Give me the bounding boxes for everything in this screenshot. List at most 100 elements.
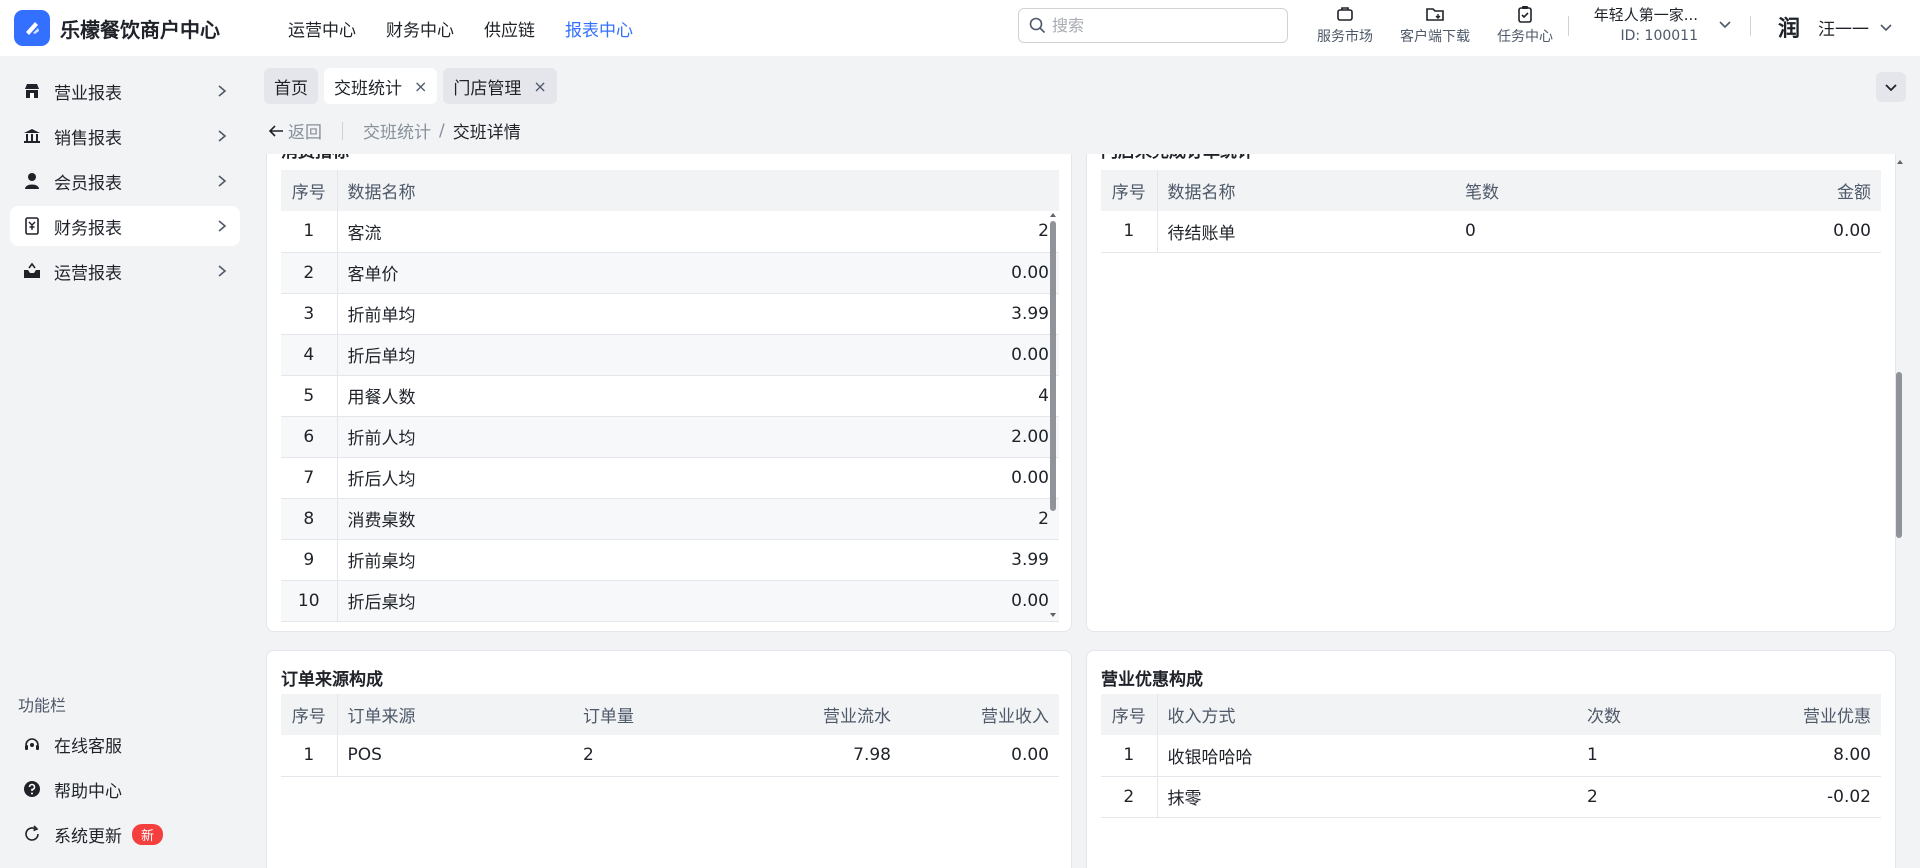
table-cell: 8 (281, 498, 338, 540)
tool-task-center[interactable]: 任务中心 (1480, 4, 1570, 46)
breadcrumb-shift-stats[interactable]: 交班统计 (363, 118, 431, 143)
tool-group: 服务市场 客户端下载 任务中心 (1300, 4, 1570, 46)
store-icon (22, 81, 42, 101)
nav-finance[interactable]: 财务中心 (386, 16, 454, 41)
sidebar-item-system-update[interactable]: 系统更新 新 (10, 814, 240, 854)
table-cell: 9 (281, 539, 338, 581)
chevron-right-icon (218, 85, 227, 97)
column-header (773, 170, 1059, 211)
sidebar-item-online-service[interactable]: 在线客服 (10, 724, 240, 764)
tool-client-download[interactable]: 客户端下载 (1390, 4, 1480, 46)
tab-home[interactable]: 首页 (264, 68, 318, 104)
table-cell: 1 (281, 211, 338, 253)
search-box[interactable] (1018, 8, 1288, 43)
column-header: 订单量 (573, 694, 743, 735)
breadcrumb-current: 交班详情 (452, 123, 521, 143)
table-cell: 0.00 (901, 735, 1059, 777)
table-cell: 待结账单 (1157, 211, 1455, 253)
table-cell: 10 (281, 580, 338, 622)
nav-supply[interactable]: 供应链 (484, 16, 535, 41)
table-cell: 4 (773, 375, 1059, 417)
card-consumption-metrics: 消费指标 序号 数据名称 1客流22客单价0.003折前单均3.994折后单均0… (266, 154, 1072, 632)
table-row: 8 消费桌数 2 (281, 498, 1059, 540)
column-header: 笔数 (1455, 170, 1661, 211)
column-header: 营业优惠 (1692, 694, 1881, 735)
table-row: 2 抹零 2 -0.02 (1101, 776, 1881, 818)
sidebar: 营业报表 销售报表 会员报表 财务报表 运营报表 功能栏 在线客服 帮助中心 系… (0, 56, 250, 868)
chevron-down-icon[interactable] (1718, 17, 1732, 31)
user-icon (22, 171, 42, 191)
brand[interactable]: 乐檬餐饮商户中心 (14, 10, 254, 46)
sidebar-item-finance-report[interactable]: 财务报表 (10, 206, 240, 246)
user-menu[interactable]: 润 汪一一 (1772, 10, 1893, 44)
sidebar-item-label: 系统更新 (54, 826, 122, 847)
sidebar-item-label: 在线客服 (54, 736, 122, 757)
consumption-table: 序号 数据名称 1 客流 2 2 客单价 0.00 3 折前单均 3.99 4 折后单均 0.00 5 用… (281, 170, 1059, 622)
sidebar-item-operation-report[interactable]: 运营报表 (10, 251, 240, 291)
breadcrumb-separator: / (439, 120, 445, 141)
column-header: 序号 (281, 694, 338, 735)
table-row: 1 客流 2 (281, 211, 1059, 253)
tabs-dropdown-button[interactable] (1876, 72, 1906, 102)
tab-shift-stats[interactable]: 交班统计 × (324, 68, 438, 104)
table-header-row: 序号 数据名称 (281, 170, 1059, 211)
briefcase-icon (1337, 7, 1353, 21)
sidebar-item-label: 销售报表 (54, 128, 122, 149)
table-cell: 6 (281, 416, 338, 458)
table-header-row: 序号 收入方式 次数 营业优惠 (1101, 694, 1881, 735)
column-header: 数据名称 (1157, 170, 1455, 211)
table-cell: 3.99 (773, 293, 1059, 335)
scroll-up-icon[interactable] (1049, 211, 1057, 219)
top-nav: 运营中心 财务中心 供应链 报表中心 (288, 16, 663, 41)
sidebar-item-sales-report[interactable]: 销售报表 (10, 116, 240, 156)
table-cell: 0.00 (773, 334, 1059, 376)
store-name: 年轻人第一家... (1593, 6, 1698, 24)
sidebar-item-member-report[interactable]: 会员报表 (10, 161, 240, 201)
store-switcher[interactable]: 年轻人第一家... ID: 100011 (1586, 4, 1698, 44)
chevron-down-icon (1880, 24, 1892, 32)
nav-operation[interactable]: 运营中心 (288, 16, 356, 41)
folder-download-icon (1426, 8, 1444, 21)
search-input[interactable] (1052, 16, 1272, 35)
back-button[interactable]: 返回 (268, 118, 322, 143)
bank-icon (22, 126, 42, 146)
sidebar-item-business-report[interactable]: 营业报表 (10, 71, 240, 111)
table-cell: 折后桌均 (337, 580, 774, 622)
table-cell: 0 (1455, 211, 1661, 253)
table-cell: 折前单均 (337, 293, 774, 335)
arrow-left-icon (268, 124, 283, 137)
divider (1750, 16, 1751, 36)
table-cell: POS (337, 735, 573, 777)
table-cell: 客单价 (337, 252, 774, 294)
table-cell: 0.00 (1660, 211, 1881, 253)
nav-report[interactable]: 报表中心 (565, 16, 633, 41)
table-header-row: 序号 订单来源 订单量 营业流水 营业收入 (281, 694, 1059, 735)
table-cell: 0.00 (773, 580, 1059, 622)
table-cell: 0.00 (773, 252, 1059, 294)
scrollbar-thumb[interactable] (1896, 372, 1902, 538)
page-scrollbar[interactable] (1894, 154, 1904, 868)
scroll-down-icon[interactable] (1049, 611, 1057, 619)
tool-service-market[interactable]: 服务市场 (1300, 4, 1390, 46)
card-title: 订单来源构成 (281, 670, 383, 690)
new-badge: 新 (132, 823, 164, 845)
scrollbar-thumb[interactable] (1050, 221, 1056, 511)
table-cell: 抹零 (1157, 776, 1577, 818)
close-icon[interactable]: × (533, 77, 546, 96)
close-icon[interactable]: × (414, 77, 427, 96)
sidebar-item-help-center[interactable]: 帮助中心 (10, 769, 240, 809)
table-cell: 用餐人数 (337, 375, 774, 417)
sidebar-item-label: 营业报表 (54, 83, 122, 104)
column-header: 营业收入 (901, 694, 1059, 735)
app-name: 乐檬餐饮商户中心 (60, 17, 220, 42)
column-header: 次数 (1577, 694, 1693, 735)
table-cell: 2 (773, 498, 1059, 540)
tab-label: 门店管理 (453, 78, 522, 99)
tab-store-management[interactable]: 门店管理 × (443, 68, 557, 104)
table-cell: 收银哈哈哈 (1157, 735, 1577, 777)
clipboard-check-icon (1518, 6, 1532, 23)
table-row: 2 客单价 0.00 (281, 252, 1059, 294)
table-scrollbar[interactable] (1049, 211, 1057, 621)
table-cell: 客流 (337, 211, 774, 253)
scroll-up-icon[interactable] (1896, 158, 1904, 166)
